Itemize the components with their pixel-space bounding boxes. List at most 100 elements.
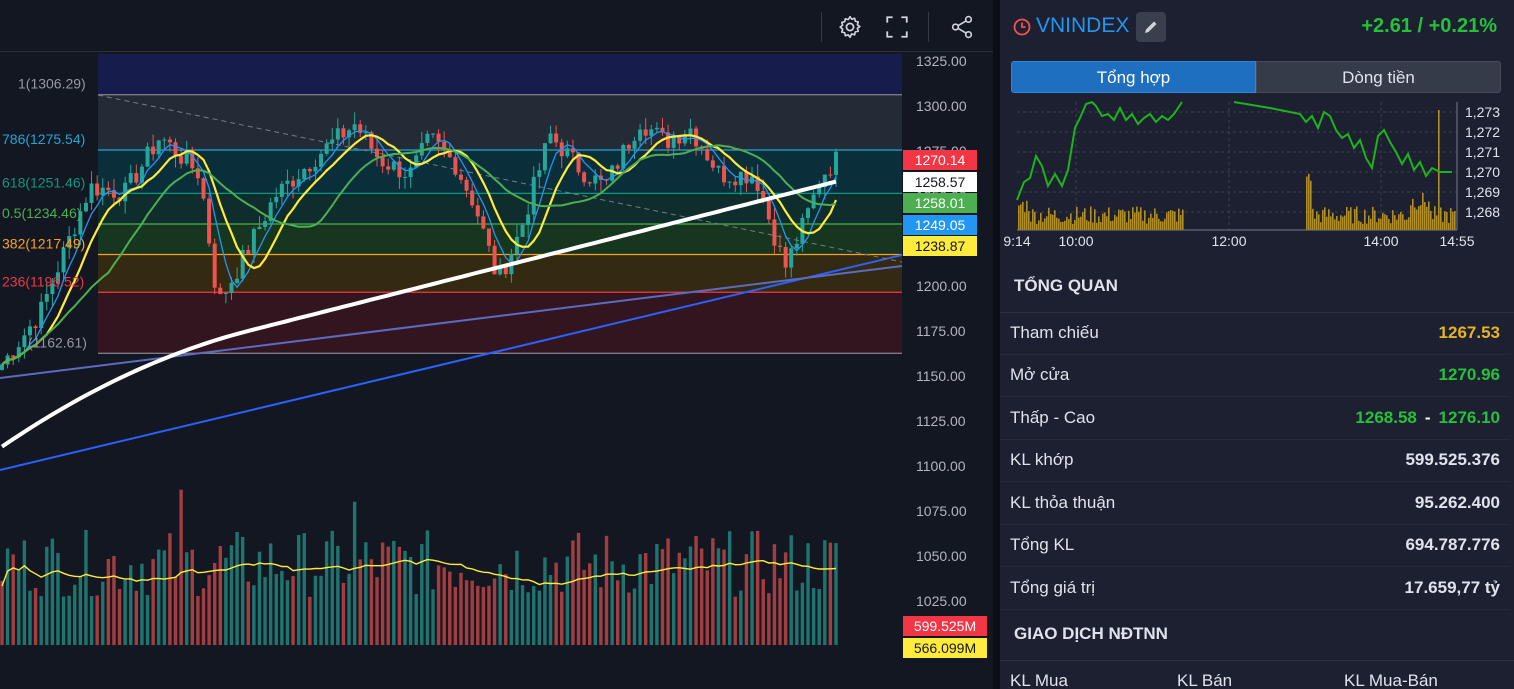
intraday-volume-bar <box>1326 216 1328 230</box>
candle-body <box>335 128 340 140</box>
candle-body <box>319 153 324 167</box>
intraday-volume-bar <box>1344 215 1346 230</box>
intraday-volume-bar <box>1406 219 1408 230</box>
price-chart[interactable]: 1(1306.29) 786(1275.54) 618(1251.46) 0.5(12… <box>0 52 993 689</box>
volume-bar <box>537 590 542 645</box>
volume-bar <box>470 580 474 645</box>
intraday-volume-bar <box>1096 222 1098 230</box>
intraday-chart[interactable]: 1,273 1,272 1,271 1,270 1,269 1,268 9:14 10:00 1… <box>1000 96 1514 256</box>
candle-body <box>257 226 262 229</box>
candle-body <box>537 170 542 177</box>
price-axis[interactable]: 1325.001300.001275.001250.001225.001200.… <box>903 52 993 689</box>
volume-bar <box>576 532 581 645</box>
intraday-volume-bar <box>1350 207 1352 230</box>
candle-body <box>403 176 408 178</box>
high-price: 1276.10 <box>1438 408 1500 427</box>
candle-body <box>425 133 430 144</box>
volume-bar <box>616 580 620 645</box>
intraday-x-tick: 9:14 <box>1003 233 1030 249</box>
share-button[interactable] <box>945 10 979 44</box>
volume-bar <box>716 548 721 645</box>
intraday-volume-bar <box>1374 210 1376 230</box>
intraday-volume-bar <box>1134 212 1136 230</box>
intraday-volume-bar <box>1400 211 1402 230</box>
price-axis-tick: 1100.00 <box>916 458 966 474</box>
pane-divider[interactable] <box>993 0 1000 689</box>
symbol-name[interactable]: VNINDEX <box>1036 14 1129 38</box>
fib-zone <box>98 223 902 255</box>
volume-bar <box>621 564 626 645</box>
intraday-volume-bar <box>1380 218 1382 230</box>
intraday-volume-bar <box>1386 215 1388 230</box>
negotiated-volume: 95.262.400 <box>1414 493 1500 512</box>
tab-tong-hop[interactable]: Tổng hợp <box>1011 61 1256 93</box>
intraday-y-tick: 1,272 <box>1465 124 1500 140</box>
volume-bar <box>431 589 435 645</box>
edit-symbol-button[interactable] <box>1136 12 1166 42</box>
candle-body <box>0 364 4 370</box>
symbol-header: VNINDEX +2.61 / +0.21% <box>1000 0 1514 55</box>
intraday-volume-bar <box>1108 207 1110 230</box>
matched-volume: 599.525.376 <box>1405 450 1500 469</box>
clock-icon <box>1013 18 1031 36</box>
candle-body <box>302 168 307 180</box>
settings-button[interactable] <box>833 10 867 44</box>
volume-bar <box>324 541 329 645</box>
intraday-volume-bar <box>1138 211 1140 230</box>
intraday-volume-bar <box>1146 223 1148 230</box>
volume-bar <box>604 535 609 645</box>
candle-body <box>458 174 463 180</box>
intraday-volume-bar <box>1452 211 1454 230</box>
intraday-volume-bar <box>1046 216 1048 230</box>
volume-bar <box>173 576 178 645</box>
intraday-volume-bar <box>1332 212 1334 230</box>
tab-dong-tien[interactable]: Dòng tiền <box>1256 61 1501 93</box>
volume-bar <box>767 593 771 645</box>
volume-bar <box>593 554 598 645</box>
price-axis-tick: 1050.00 <box>916 548 967 564</box>
volume-bar <box>442 567 446 645</box>
chart-pane[interactable]: 1(1306.29) 786(1275.54) 618(1251.46) 0.5(12… <box>0 0 993 689</box>
price-axis-tick: 1200.00 <box>916 278 967 294</box>
intraday-price-line-afternoon <box>1233 101 1452 178</box>
volume-bar <box>218 546 222 645</box>
volume-bar <box>168 533 172 645</box>
intraday-volume-bar <box>1030 221 1032 230</box>
candle-body <box>352 124 357 131</box>
intraday-volume-bar <box>1420 205 1422 230</box>
intraday-volume-bar <box>1174 211 1176 230</box>
volume-bar <box>28 590 32 645</box>
candle-body <box>313 166 318 172</box>
volume-bar <box>17 570 21 645</box>
candle-body <box>733 181 738 186</box>
intraday-volume-bar <box>1392 210 1394 230</box>
volume-bar <box>436 565 441 645</box>
volume-bar <box>196 596 200 645</box>
volume-bar <box>375 577 379 645</box>
intraday-volume-bar <box>1170 210 1172 230</box>
candle-body <box>783 246 788 268</box>
volume-bar <box>117 588 122 645</box>
candle-body <box>587 182 592 184</box>
share-icon <box>951 15 973 39</box>
intraday-volume-bar <box>1364 209 1366 230</box>
toolbar-separator <box>821 12 822 42</box>
intraday-volume-bar <box>1018 205 1020 230</box>
volume-bar <box>677 552 681 645</box>
intraday-volume-bar <box>1074 219 1076 230</box>
volume-bar <box>84 529 88 645</box>
volume-bar <box>532 586 536 645</box>
intraday-volume-bar <box>1430 210 1432 230</box>
fib-level-label: 1(1306.29) <box>18 76 86 92</box>
open-price: 1270.96 <box>1438 365 1500 384</box>
fullscreen-button[interactable] <box>880 10 914 44</box>
candle-body <box>772 219 777 246</box>
intraday-volume-bar <box>1120 210 1122 230</box>
candle-body <box>470 190 475 206</box>
price-axis-tick: 1325.00 <box>916 53 967 69</box>
price-axis-tick: 1300.00 <box>916 98 967 114</box>
volume-bar <box>162 550 167 645</box>
volume-bar <box>89 596 94 645</box>
intraday-volume-bar <box>1444 211 1446 230</box>
volume-bar <box>330 530 334 645</box>
